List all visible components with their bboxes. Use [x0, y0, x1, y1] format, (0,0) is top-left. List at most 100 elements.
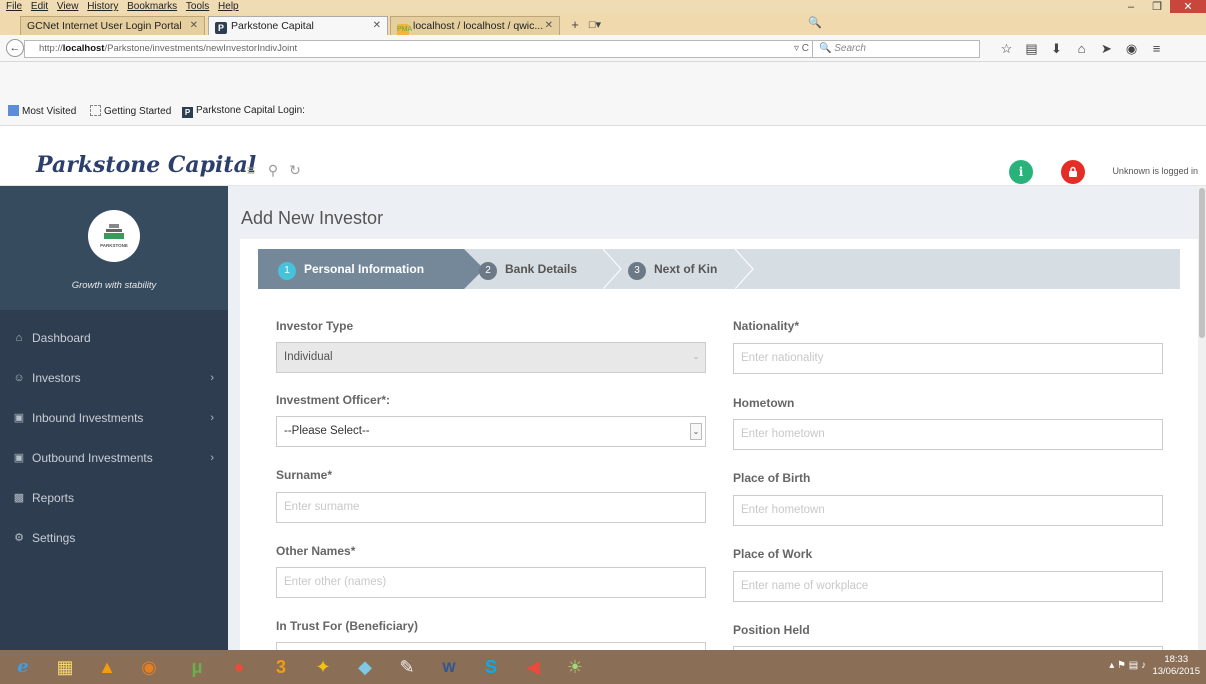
position-held-label: Position Held [733, 623, 810, 637]
menu-file[interactable]: File [6, 0, 22, 13]
tab-phpmyadmin[interactable]: PMAlocalhost / localhost / qwic... ✕ [390, 16, 560, 35]
investor-type-label: Investor Type [276, 319, 354, 333]
info-button[interactable]: i [1009, 160, 1033, 184]
bookmark-most-visited[interactable]: Most Visited [8, 105, 76, 117]
investment-officer-select[interactable]: --Please Select-- ⌄ [276, 416, 706, 447]
bookmarks-bar: Most Visited Getting Started P Parkstone … [0, 62, 1206, 126]
new-tab-plus-icon[interactable]: + [566, 17, 584, 34]
utility-icon[interactable]: ✦ [304, 653, 342, 681]
browser-menubar: File Edit View History Bookmarks Tools H… [0, 0, 1206, 16]
page-scrollbar[interactable] [1198, 186, 1206, 650]
search-placeholder: Search [834, 43, 866, 54]
app-icon[interactable]: ☀ [556, 653, 594, 681]
downloads-icon[interactable]: ⬇ [1044, 41, 1069, 57]
sidebar-item-label: Dashboard [32, 331, 91, 345]
chevron-down-icon: ⌄ [690, 423, 702, 440]
sidebar-item-label: Outbound Investments [32, 451, 153, 465]
menu-view[interactable]: View [57, 0, 79, 13]
sidebar-item-dashboard[interactable]: ⌂ Dashboard [0, 318, 228, 358]
investment-officer-label: Investment Officer*: [276, 393, 391, 407]
send-icon[interactable]: ➤ [1094, 41, 1119, 57]
notepad-icon[interactable]: ✎ [388, 653, 426, 681]
main-content: Add New Investor 1 Personal Information 2… [228, 186, 1198, 666]
menu-bookmarks[interactable]: Bookmarks [127, 0, 177, 13]
place-of-birth-input[interactable]: Enter hometown [733, 495, 1163, 526]
nationality-input[interactable]: Enter nationality [733, 343, 1163, 374]
chat-icon[interactable]: ◉ [1119, 41, 1144, 57]
step-next-of-kin[interactable]: 3 Next of Kin [628, 249, 717, 289]
tray-flag-icon[interactable]: ⚑ [1117, 660, 1126, 671]
tab-close-icon[interactable]: ✕ [373, 17, 381, 35]
utorrent-icon[interactable]: μ [178, 653, 216, 681]
tab-title: localhost / localhost / qwic... [413, 20, 544, 32]
hometown-input[interactable]: Enter hometown [733, 419, 1163, 450]
new-tab-page-icon[interactable]: □▾ [586, 17, 604, 34]
tab-gcnet[interactable]: GCNet Internet User Login Portal ✕ [20, 16, 205, 35]
bookmark-star-icon[interactable]: ☆ [994, 41, 1019, 57]
tab-parkstone[interactable]: P Parkstone Capital ✕ [208, 16, 388, 35]
parkstone-favicon-icon: P [182, 107, 193, 118]
reload-icon[interactable]: ▿ C [794, 41, 809, 57]
3ds-max-icon[interactable]: 3 [262, 653, 300, 681]
firefox-icon[interactable]: ◉ [130, 653, 168, 681]
menu-edit[interactable]: Edit [31, 0, 48, 13]
skype-icon[interactable]: S [472, 653, 510, 681]
investor-type-value: Individual [284, 351, 333, 363]
bookmark-parkstone-login[interactable]: P Parkstone Capital Login: [182, 105, 305, 118]
app-logo[interactable]: Parkstone Capital [36, 152, 256, 178]
step-label: Bank Details [505, 262, 578, 276]
sidebar-item-settings[interactable]: ⚙ Settings [0, 518, 228, 558]
hamburger-menu-icon[interactable]: ≡ [1144, 41, 1169, 56]
other-names-input[interactable]: Enter other (names) [276, 567, 706, 598]
sidebar-item-reports[interactable]: ▩ Reports [0, 478, 228, 518]
tab-close-icon[interactable]: ✕ [190, 17, 198, 35]
cogs-icon: ⚙ [14, 532, 24, 544]
system-clock[interactable]: 18:33 13/06/2015 [1152, 654, 1200, 678]
investor-form-card: 1 Personal Information 2 Bank Details 3 Nex… [240, 239, 1198, 666]
adobe-reader-icon[interactable]: ◀ [514, 653, 552, 681]
nationality-label: Nationality* [733, 319, 800, 333]
home-icon[interactable]: ⌂ [1069, 41, 1094, 56]
tray-up-arrow-icon[interactable]: ▴ [1109, 660, 1114, 671]
sidebar-item-outbound-investments[interactable]: ▣ Outbound Investments › [0, 438, 228, 478]
network-icon[interactable]: ▤ [1129, 660, 1138, 671]
menu-history[interactable]: History [87, 0, 118, 13]
menu-toggle-icon[interactable]: ≡ [240, 162, 262, 178]
app-icon[interactable]: ◆ [346, 653, 384, 681]
sidebar-item-label: Inbound Investments [32, 411, 144, 425]
search-icon[interactable]: ⚲ [262, 162, 284, 179]
menu-tools[interactable]: Tools [186, 0, 209, 13]
parkstone-favicon-icon: P [215, 22, 227, 34]
sidebar-brand: PARKSTONE Growth with stability [0, 186, 228, 310]
reading-list-icon[interactable]: ▤ [1019, 41, 1044, 57]
step-personal-information[interactable]: 1 Personal Information [258, 249, 484, 289]
investor-type-select: Individual ⌄ [276, 342, 706, 373]
scrollbar-thumb[interactable] [1199, 188, 1205, 338]
surname-input[interactable]: Enter surname [276, 492, 706, 523]
internet-explorer-icon[interactable]: e [4, 653, 42, 681]
vlc-icon[interactable]: ▲ [88, 653, 126, 681]
refresh-icon[interactable]: ↻ [284, 162, 306, 179]
chrome-icon[interactable]: ● [220, 653, 258, 681]
url-prefix: http:// [39, 43, 63, 54]
file-explorer-icon[interactable]: ▦ [46, 653, 84, 681]
browser-search-input[interactable]: 🔍 Search [812, 40, 980, 58]
menu-help[interactable]: Help [218, 0, 239, 13]
back-arrow-icon[interactable]: ← [6, 39, 24, 57]
bookmark-label: Most Visited [22, 106, 77, 117]
address-bar[interactable]: http://localhost/Parkstone/investments/n… [24, 40, 814, 58]
bookmark-getting-started[interactable]: Getting Started [90, 105, 171, 117]
lock-button[interactable] [1061, 160, 1085, 184]
sidebar-item-inbound-investments[interactable]: ▣ Inbound Investments › [0, 398, 228, 438]
volume-icon[interactable]: ♪ [1141, 660, 1146, 671]
list-tabs-search-icon[interactable]: 🔍 [808, 16, 822, 29]
sidebar-item-investors[interactable]: ☺ Investors › [0, 358, 228, 398]
wizard-steps: 1 Personal Information 2 Bank Details 3 Nex… [258, 249, 1180, 289]
word-icon[interactable]: W [430, 653, 468, 681]
tab-close-icon[interactable]: ✕ [545, 17, 553, 35]
place-of-work-input[interactable]: Enter name of workplace [733, 571, 1163, 602]
other-names-placeholder: Enter other (names) [284, 576, 387, 588]
tab-strip: GCNet Internet User Login Portal ✕ P Park… [0, 13, 1206, 35]
url-path: /Parkstone/investments/newInvestorIndivJ… [104, 43, 298, 54]
step-bank-details[interactable]: 2 Bank Details [479, 249, 577, 289]
